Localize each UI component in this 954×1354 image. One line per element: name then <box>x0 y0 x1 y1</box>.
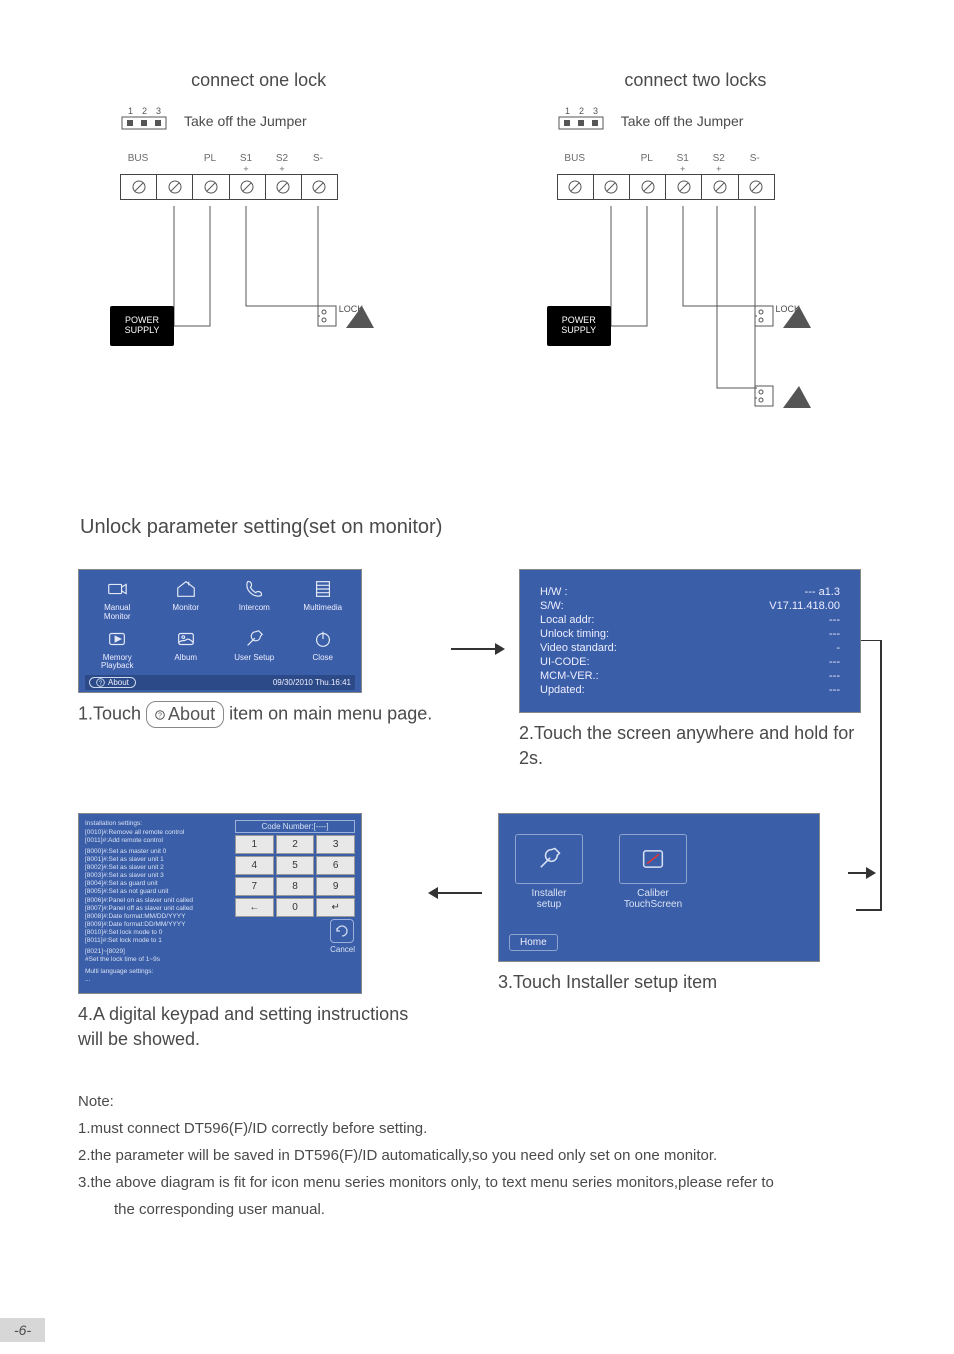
svg-text:1: 1 <box>128 106 133 116</box>
menu-datetime: 09/30/2010 Thu.16:41 <box>273 678 351 687</box>
key-8[interactable]: 8 <box>276 877 315 896</box>
key-2[interactable]: 2 <box>276 835 315 854</box>
rotate-button[interactable] <box>330 919 354 943</box>
diagram-two-locks-title: connect two locks <box>517 70 874 91</box>
lock-block: LOCK <box>316 302 386 314</box>
terminal-strip <box>120 174 338 200</box>
wrench-icon <box>535 845 563 873</box>
menu-manual-monitor[interactable]: Manual Monitor <box>85 576 150 622</box>
menu-monitor[interactable]: Monitor <box>154 576 219 622</box>
step2-text: 2.Touch the screen anywhere and hold for… <box>519 721 876 771</box>
step2: H/W :--- a1.3 S/W:V17.11.418.00 Local ad… <box>519 569 876 771</box>
about-chip-inline: ? About <box>146 701 224 728</box>
menu-intercom[interactable]: Intercom <box>222 576 287 622</box>
terminal-strip <box>557 174 775 200</box>
cancel-button[interactable]: Cancel <box>330 945 355 954</box>
diagram-one-lock: connect one lock 123 Take off the Jumper… <box>80 70 437 466</box>
section-heading: Unlock parameter setting(set on monitor) <box>80 516 954 539</box>
lock-icon <box>316 302 376 332</box>
terminal-labels: BUS PLS1 S2S- <box>557 153 817 164</box>
lock-icon <box>753 302 813 332</box>
svg-text:?: ? <box>99 680 103 687</box>
step3: Installer setup Caliber TouchScreen Home… <box>498 813 834 995</box>
installer-screen[interactable]: Installer setup Caliber TouchScreen Home <box>498 813 820 962</box>
step3-text: 3.Touch Installer setup item <box>498 970 834 995</box>
key-1[interactable]: 1 <box>235 835 274 854</box>
key-enter[interactable]: ↵ <box>316 898 355 917</box>
monitor-main-menu[interactable]: Manual Monitor Monitor Intercom Multimed… <box>78 569 362 693</box>
about-button[interactable]: ? About <box>89 677 136 688</box>
picture-icon <box>154 626 219 652</box>
note-section: Note: 1.must connect DT596(F)/ID correct… <box>0 1088 954 1223</box>
svg-text:1: 1 <box>565 106 570 116</box>
note-line-3: 3.the above diagram is fit for icon menu… <box>78 1169 876 1196</box>
keypad-screen[interactable]: Installation settings: [0010]#:Remove al… <box>78 813 362 993</box>
menu-memory-playback[interactable]: Memory Playback <box>85 626 150 672</box>
svg-text:3: 3 <box>593 106 598 116</box>
wiring-diagrams: connect one lock 123 Take off the Jumper… <box>0 0 954 466</box>
note-line-3b: the corresponding user manual. <box>78 1196 876 1223</box>
svg-text:?: ? <box>158 712 162 719</box>
diagram-one-lock-title: connect one lock <box>80 70 437 91</box>
terminal-labels: BUS PLS1 S2S- <box>120 153 380 164</box>
key-backspace[interactable]: ← <box>235 898 274 917</box>
jumper-icon: 123 <box>557 105 605 137</box>
power-icon <box>291 626 356 652</box>
lock-block-1: LOCK <box>753 302 823 314</box>
pen-icon <box>639 845 667 873</box>
caliber-touchscreen-item[interactable]: Caliber TouchScreen <box>619 834 687 910</box>
wrench-icon <box>222 626 287 652</box>
step4-text: 4.A digital keypad and setting instructi… <box>78 1002 414 1052</box>
installation-settings-list: Installation settings: [0010]#:Remove al… <box>85 820 229 986</box>
key-6[interactable]: 6 <box>316 856 355 875</box>
jumper-text: Take off the Jumper <box>184 113 307 129</box>
arrow-left-icon <box>426 813 486 973</box>
menu-user-setup[interactable]: User Setup <box>222 626 287 672</box>
svg-text:2: 2 <box>142 106 147 116</box>
terminal-sub-labels: ++ <box>557 164 817 174</box>
menu-album[interactable]: Album <box>154 626 219 672</box>
question-icon: ? <box>155 710 165 720</box>
svg-text:2: 2 <box>579 106 584 116</box>
page-number: -6- <box>0 1318 45 1342</box>
numeric-keypad: 1 2 3 4 5 6 7 8 9 ← 0 ↵ <box>235 835 355 917</box>
menu-close[interactable]: Close <box>291 626 356 672</box>
lock-icon <box>753 382 813 412</box>
phone-icon <box>222 576 287 602</box>
step1: Manual Monitor Monitor Intercom Multimed… <box>78 569 435 728</box>
svg-text:3: 3 <box>156 106 161 116</box>
rotate-icon <box>334 923 350 939</box>
key-0[interactable]: 0 <box>276 898 315 917</box>
house-icon <box>154 576 219 602</box>
step4: Installation settings: [0010]#:Remove al… <box>78 813 414 1052</box>
arrow-left-icon <box>846 813 876 933</box>
note-line-2: 2.the parameter will be saved in DT596(F… <box>78 1142 876 1169</box>
key-3[interactable]: 3 <box>316 835 355 854</box>
key-7[interactable]: 7 <box>235 877 274 896</box>
step1-text: 1.Touch ? About item on main menu page. <box>78 701 435 728</box>
camera-icon <box>85 576 150 602</box>
note-title: Note: <box>78 1088 876 1115</box>
question-icon: ? <box>96 678 105 687</box>
arrow-right-icon <box>447 569 507 729</box>
power-supply-box: POWER SUPPLY <box>547 306 611 346</box>
note-line-1: 1.must connect DT596(F)/ID correctly bef… <box>78 1115 876 1142</box>
jumper-icon: 123 <box>120 105 168 137</box>
wiring-svg-one <box>120 206 380 386</box>
play-icon <box>85 626 150 652</box>
about-screen[interactable]: H/W :--- a1.3 S/W:V17.11.418.00 Local ad… <box>519 569 861 713</box>
terminal-sub-labels: ++ <box>120 164 380 174</box>
jumper-text: Take off the Jumper <box>621 113 744 129</box>
key-5[interactable]: 5 <box>276 856 315 875</box>
installer-setup-item[interactable]: Installer setup <box>515 834 583 910</box>
power-supply-box: POWER SUPPLY <box>110 306 174 346</box>
key-9[interactable]: 9 <box>316 877 355 896</box>
key-4[interactable]: 4 <box>235 856 274 875</box>
code-number-field: Code Number:[----] <box>235 820 355 833</box>
menu-multimedia[interactable]: Multimedia <box>291 576 356 622</box>
diagram-two-locks: connect two locks 123 Take off the Jumpe… <box>517 70 874 466</box>
home-button[interactable]: Home <box>509 934 558 951</box>
film-icon <box>291 576 356 602</box>
